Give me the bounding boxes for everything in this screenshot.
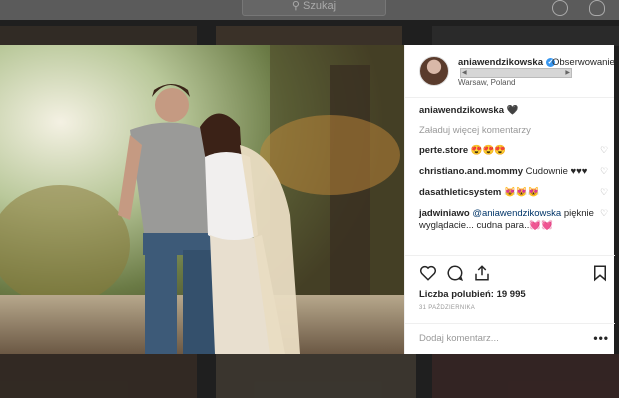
post-actions: Liczba polubień: 19 995 31 PAŹDZIERNIKA … — [405, 255, 615, 354]
caption-username[interactable]: aniawendzikowska — [419, 105, 504, 116]
likes-count[interactable]: Liczba polubień: 19 995 — [419, 289, 526, 300]
comment-username[interactable]: perte.store — [419, 145, 468, 156]
username-link[interactable]: aniawendzikowska — [458, 57, 543, 68]
like-comment-icon[interactable]: ♡ — [600, 209, 609, 218]
top-bar: ⚲ Szukaj — [0, 0, 619, 20]
action-icons — [419, 264, 609, 284]
post-date: 31 PAŹDZIERNIKA — [419, 305, 476, 311]
comment-mention[interactable]: @aniawendzikowska — [472, 208, 561, 219]
post-sidebar: aniawendzikowska ✓ Obserwowanie ◀ ▶ Warsa… — [404, 45, 615, 354]
post-modal: aniawendzikowska ✓ Obserwowanie ◀ ▶ Warsa… — [0, 45, 615, 354]
comments-list: aniawendzikowska 🖤 Załaduj więcej koment… — [419, 105, 609, 241]
chevron-left-icon[interactable]: ◀ — [462, 70, 467, 77]
follow-button[interactable]: Obserwowanie — [552, 57, 615, 68]
avatar[interactable] — [419, 56, 449, 86]
comment-text: Cudownie ♥♥♥ — [525, 166, 588, 177]
comment-item: perte.store 😍😍😍 ♡ — [419, 145, 609, 157]
comment-text: 😍😍😍 — [470, 145, 507, 156]
comment-text: 😻😻😻 — [504, 187, 540, 198]
post-header: aniawendzikowska ✓ Obserwowanie ◀ ▶ Warsa… — [405, 45, 615, 98]
comment-username[interactable]: jadwiniawo — [419, 208, 470, 219]
like-comment-icon[interactable]: ♡ — [600, 167, 609, 176]
heart-icon[interactable] — [589, 0, 605, 16]
search-icon: ⚲ — [291, 0, 304, 12]
comment-username[interactable]: dasathleticsystem — [419, 187, 501, 198]
comment-item: dasathleticsystem 😻😻😻 ♡ — [419, 187, 609, 199]
like-comment-icon[interactable]: ♡ — [600, 146, 609, 155]
comment-item: christiano.and.mommy Cudownie ♥♥♥ ♡ — [419, 166, 609, 178]
chevron-right-icon[interactable]: ▶ — [565, 70, 570, 77]
caption-text: 🖤 — [506, 105, 519, 116]
post-caption: aniawendzikowska 🖤 — [419, 105, 609, 116]
share-icon[interactable] — [473, 264, 491, 282]
post-photo[interactable] — [0, 45, 404, 354]
comment-username[interactable]: christiano.and.mommy — [419, 166, 523, 177]
more-options-icon[interactable]: ••• — [593, 331, 609, 345]
search-input[interactable]: ⚲ Szukaj — [242, 0, 386, 16]
bookmark-icon[interactable] — [591, 264, 609, 282]
comment-input[interactable] — [419, 333, 579, 344]
load-more-comments[interactable]: Załaduj więcej komentarzy — [419, 125, 609, 136]
like-heart-icon[interactable] — [419, 264, 437, 282]
like-comment-icon[interactable]: ♡ — [600, 188, 609, 197]
compass-icon[interactable] — [552, 0, 568, 16]
username-tooltip: ◀ ▶ — [460, 68, 572, 78]
comment-bubble-icon[interactable] — [446, 264, 464, 282]
post-username[interactable]: aniawendzikowska ✓ — [458, 57, 556, 68]
comment-item: jadwiniawo @aniawendzikowska pięknie wyg… — [419, 208, 609, 232]
add-comment-bar: ••• — [405, 323, 615, 355]
post-location[interactable]: Warsaw, Poland — [458, 78, 516, 87]
